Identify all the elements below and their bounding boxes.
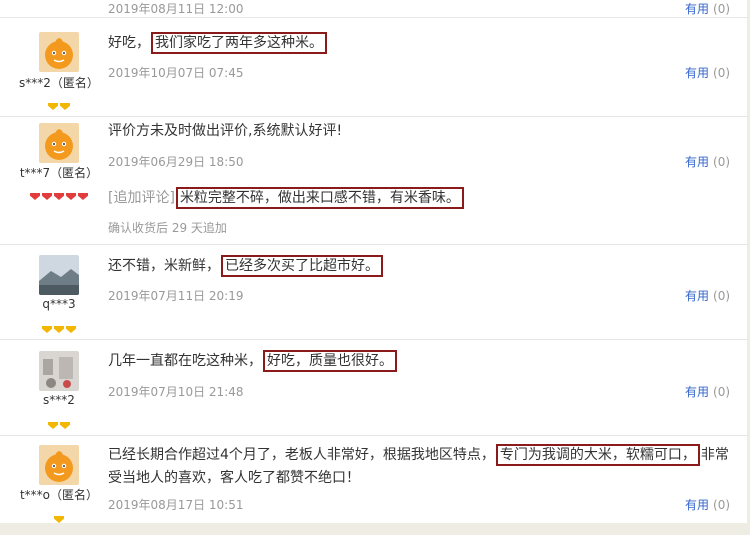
mascot-avatar-icon bbox=[39, 445, 79, 485]
review-text-part: 几年一直都在吃这种米， bbox=[108, 353, 262, 369]
review-date: 2019年07月11日 20:19 bbox=[108, 289, 244, 303]
useful-count: (0) bbox=[713, 289, 731, 303]
landscape-avatar-icon bbox=[39, 255, 79, 295]
review-text-part: 已经长期合作超过4个月了，老板人非常好，根据我地区特点， bbox=[108, 447, 495, 463]
user-avatar bbox=[39, 255, 79, 295]
review-text: 好吃， 我们家吃了两年多这种米。 bbox=[108, 32, 736, 54]
review-date: 2019年08月11日 12:00 bbox=[108, 2, 244, 16]
review-highlight: 已经多次买了比超市好。 bbox=[221, 255, 383, 277]
useful-button[interactable]: 有用 (0) bbox=[685, 0, 730, 17]
useful-button[interactable]: 有用 (0) bbox=[685, 496, 730, 513]
user-name: s***2（匿名） bbox=[19, 76, 99, 90]
useful-count: (0) bbox=[713, 385, 731, 399]
user-level bbox=[0, 508, 118, 523]
level-icon bbox=[42, 193, 52, 200]
level-icon bbox=[78, 193, 88, 200]
level-icon bbox=[54, 516, 64, 523]
user-name: t***o（匿名） bbox=[19, 488, 99, 502]
level-icon bbox=[60, 422, 70, 429]
review-item: t***7（匿名） 评价方未及时做出评价,系统默认好评! 2019年06月29日… bbox=[0, 117, 747, 245]
review-text: 还不错，米新鲜， 已经多次买了比超市好。 bbox=[108, 255, 736, 277]
user-level bbox=[0, 95, 118, 110]
useful-button[interactable]: 有用 (0) bbox=[685, 64, 730, 81]
level-icon bbox=[48, 103, 58, 110]
photo-avatar-icon bbox=[39, 351, 79, 391]
append-label: [追加评论] bbox=[108, 190, 175, 206]
user-avatar bbox=[39, 32, 79, 72]
useful-label[interactable]: 有用 bbox=[685, 66, 709, 80]
review-text-part: 好吃， bbox=[108, 35, 150, 51]
review-item: s***2（匿名） 好吃， 我们家吃了两年多这种米。 2019年10月07日 07… bbox=[0, 18, 747, 117]
review-text-part: 还不错，米新鲜， bbox=[108, 258, 220, 274]
level-icon bbox=[30, 193, 40, 200]
review-highlight: 专门为我调的大米，软糯可口， bbox=[495, 444, 700, 466]
useful-count: (0) bbox=[713, 155, 731, 169]
level-icon bbox=[66, 193, 76, 200]
useful-count: (0) bbox=[713, 498, 731, 512]
useful-label[interactable]: 有用 bbox=[685, 385, 709, 399]
useful-label[interactable]: 有用 bbox=[685, 289, 709, 303]
review-date: 2019年08月17日 10:51 bbox=[108, 498, 244, 512]
user-name: s***2 bbox=[43, 393, 75, 407]
useful-label[interactable]: 有用 bbox=[685, 155, 709, 169]
level-icon bbox=[48, 422, 58, 429]
useful-count: (0) bbox=[713, 2, 731, 16]
append-highlight: 米粒完整不碎，做出来口感不错，有米香味。 bbox=[175, 187, 464, 209]
user-avatar bbox=[39, 351, 79, 391]
mascot-avatar-icon bbox=[39, 123, 79, 163]
append-review: [追加评论] 米粒完整不碎，做出来口感不错，有米香味。 bbox=[108, 187, 736, 209]
review-list: 2019年08月11日 12:00 有用 (0) s***2（匿名） 好吃， 我们家… bbox=[0, 0, 747, 523]
review-date: 2019年07月10日 21:48 bbox=[108, 385, 244, 399]
useful-label[interactable]: 有用 bbox=[685, 498, 709, 512]
review-item: q***3 还不错，米新鲜， 已经多次买了比超市好。 2019年07月11日 20… bbox=[0, 245, 747, 340]
level-icon bbox=[54, 193, 64, 200]
review-date: 2019年06月29日 18:50 bbox=[108, 155, 244, 169]
review-highlight: 我们家吃了两年多这种米。 bbox=[151, 32, 327, 54]
review-item: t***o（匿名） 已经长期合作超过4个月了，老板人非常好，根据我地区特点， 专门… bbox=[0, 436, 747, 523]
useful-button[interactable]: 有用 (0) bbox=[685, 383, 730, 400]
useful-button[interactable]: 有用 (0) bbox=[685, 287, 730, 304]
level-icon bbox=[66, 326, 76, 333]
review-highlight: 好吃，质量也很好。 bbox=[263, 350, 397, 372]
useful-count: (0) bbox=[713, 66, 731, 80]
user-name: t***7（匿名） bbox=[19, 166, 99, 180]
review-item: 2019年08月11日 12:00 有用 (0) bbox=[0, 0, 747, 18]
review-text: 评价方未及时做出评价,系统默认好评! bbox=[108, 123, 343, 139]
review-text: 已经长期合作超过4个月了，老板人非常好，根据我地区特点， 专门为我调的大米，软糯可… bbox=[108, 444, 736, 490]
user-level bbox=[0, 318, 118, 333]
review-date: 2019年10月07日 07:45 bbox=[108, 66, 244, 80]
useful-label[interactable]: 有用 bbox=[685, 2, 709, 16]
user-avatar bbox=[39, 123, 79, 163]
review-text: 几年一直都在吃这种米， 好吃，质量也很好。 bbox=[108, 350, 736, 372]
user-level bbox=[0, 185, 118, 200]
level-icon bbox=[42, 326, 52, 333]
user-name: q***3 bbox=[42, 297, 76, 311]
mascot-avatar-icon bbox=[39, 32, 79, 72]
user-level bbox=[0, 414, 118, 429]
user-avatar bbox=[39, 445, 79, 485]
append-meta: 确认收货后 29 天追加 bbox=[108, 221, 227, 235]
review-item: s***2 几年一直都在吃这种米， 好吃，质量也很好。 2019年07月10日 2… bbox=[0, 340, 747, 436]
level-icon bbox=[54, 326, 64, 333]
useful-button[interactable]: 有用 (0) bbox=[685, 153, 730, 170]
level-icon bbox=[60, 103, 70, 110]
